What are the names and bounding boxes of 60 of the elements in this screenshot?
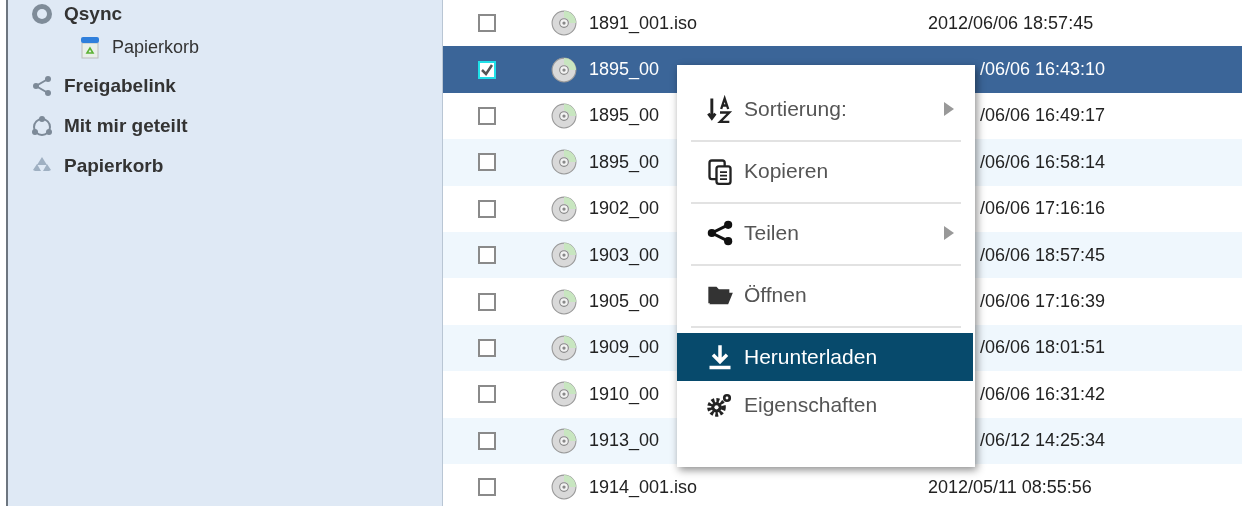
sidebar-item[interactable]: Qsync xyxy=(30,0,442,28)
sidebar-item[interactable]: Papierkorb xyxy=(30,28,442,66)
submenu-arrow-icon xyxy=(944,102,954,116)
disc-icon xyxy=(551,242,577,269)
file-name[interactable]: 1891_001.iso xyxy=(589,12,698,34)
modified-date: /06/06 16:31:42 xyxy=(980,383,1106,405)
checkbox[interactable] xyxy=(478,246,496,265)
disc-icon xyxy=(551,334,577,361)
disc-icon xyxy=(551,288,577,315)
disc-icon xyxy=(551,149,577,176)
file-name[interactable]: 1903_00 xyxy=(589,244,660,266)
modified-date: /06/06 18:57:45 xyxy=(980,244,1106,266)
file-name[interactable]: 1914_001.iso xyxy=(589,476,698,498)
recycle-bin-icon xyxy=(78,35,102,59)
file-name[interactable]: 1910_00 xyxy=(589,383,660,405)
checkbox[interactable] xyxy=(478,431,496,450)
file-name[interactable]: 1902_00 xyxy=(589,198,660,220)
modified-date: /06/06 17:16:39 xyxy=(980,291,1106,313)
file-name[interactable]: 1895_00 xyxy=(589,151,660,173)
disc-icon xyxy=(551,427,577,454)
sort-icon xyxy=(706,95,734,123)
disc-icon xyxy=(551,381,577,408)
submenu-arrow-icon xyxy=(944,226,954,240)
modified-date: /06/06 18:01:51 xyxy=(980,337,1106,359)
checkbox[interactable] xyxy=(478,14,496,33)
share-icon xyxy=(706,219,734,247)
circle-nodes-icon xyxy=(30,114,54,138)
modified-date: /06/06 17:16:16 xyxy=(980,198,1106,220)
file-name[interactable]: 1895_00 xyxy=(589,59,660,81)
checkbox[interactable] xyxy=(478,292,496,311)
modified-date: /06/06 16:49:17 xyxy=(980,105,1106,127)
sidebar-item[interactable]: Freigabelink xyxy=(30,66,442,106)
disc-icon xyxy=(551,56,577,83)
copy-icon xyxy=(706,157,734,185)
file-name[interactable]: 1905_00 xyxy=(589,291,660,313)
file-name[interactable]: 1895_00 xyxy=(589,105,660,127)
checkbox[interactable] xyxy=(478,153,496,172)
disc-icon xyxy=(551,102,577,129)
disc-icon xyxy=(551,10,577,37)
gears-icon xyxy=(706,391,734,419)
checkbox[interactable] xyxy=(478,199,496,218)
share-icon xyxy=(30,74,54,98)
sidebar-item[interactable]: Papierkorb xyxy=(30,146,442,186)
checkbox[interactable] xyxy=(478,338,496,357)
modified-date: 2012/05/11 08:55:56 xyxy=(928,476,1092,498)
modified-date: 2012/06/06 18:57:45 xyxy=(928,12,1094,34)
checkbox[interactable] xyxy=(478,60,496,79)
disc-icon xyxy=(551,474,577,501)
menu-item[interactable]: Herunterladen xyxy=(677,333,973,381)
disc-icon xyxy=(551,195,577,222)
modified-date: /06/06 16:58:14 xyxy=(980,151,1106,173)
checkbox[interactable] xyxy=(478,385,496,404)
modified-date: /06/06 16:43:10 xyxy=(980,59,1106,81)
file-name[interactable]: 1913_00 xyxy=(589,430,660,452)
checkbox[interactable] xyxy=(478,478,496,497)
menu-item[interactable]: Eigenschaften xyxy=(684,381,968,429)
checkbox[interactable] xyxy=(478,106,496,125)
file-name[interactable]: 1909_00 xyxy=(589,337,660,359)
modified-date: /06/12 14:25:34 xyxy=(980,430,1106,452)
sidebar-item[interactable]: Mit mir geteilt xyxy=(30,106,442,146)
